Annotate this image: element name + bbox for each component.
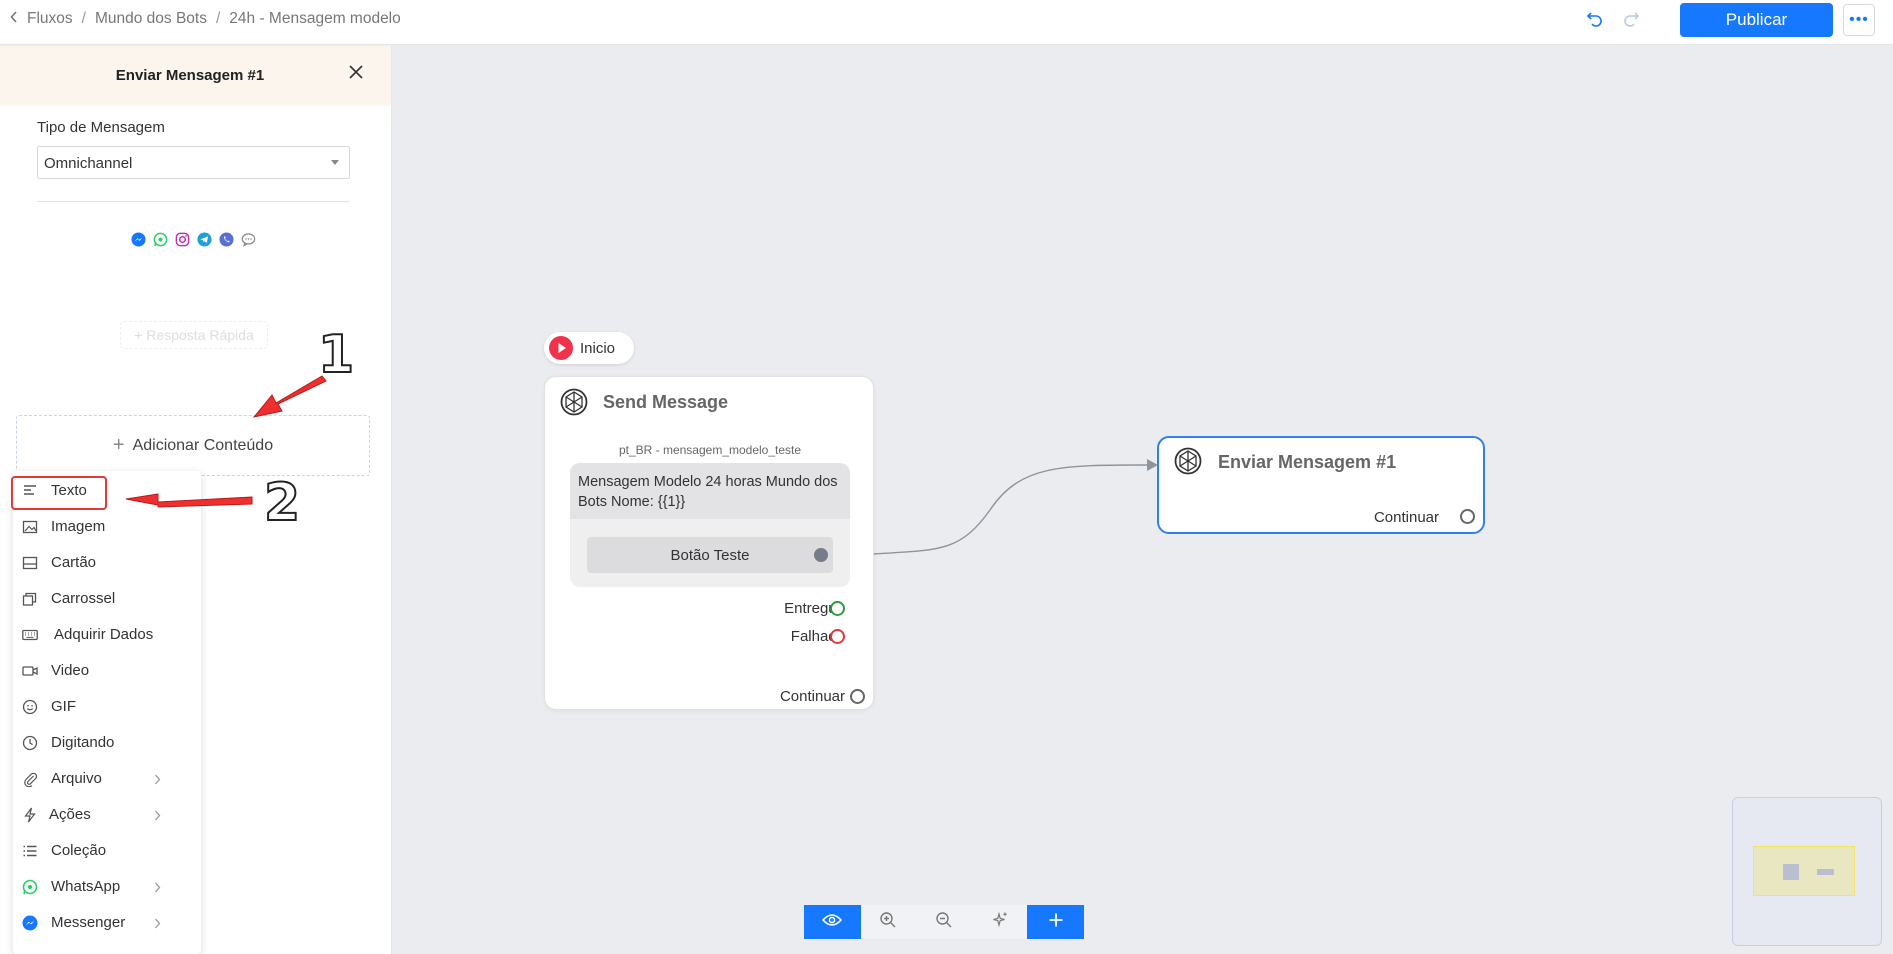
minimap-node	[1783, 864, 1799, 880]
play-icon	[549, 336, 573, 360]
enviar-mensagem-node[interactable]: Enviar Mensagem #1 Continuar	[1157, 436, 1485, 534]
minimap-viewport[interactable]	[1753, 846, 1855, 896]
continue-label: Continuar	[1373, 509, 1439, 526]
flow-edge	[872, 459, 1158, 555]
eye-icon	[822, 913, 843, 932]
plus-icon	[1048, 912, 1064, 933]
node-title: Enviar Mensagem #1	[1218, 452, 1397, 472]
button-output-handle[interactable]	[814, 548, 828, 562]
canvas-toolbar	[804, 905, 1085, 939]
auto-layout-button[interactable]	[971, 905, 1028, 939]
failed-label: Falhado	[790, 628, 845, 645]
message-text: Mensagem Modelo 24 horas Mundo dos Bots …	[578, 474, 838, 510]
sparkle-icon	[991, 911, 1009, 934]
send-message-node[interactable]: Send Message pt_BR - mensagem_modelo_tes…	[544, 376, 874, 710]
failed-output-handle[interactable]	[830, 629, 845, 644]
add-node-button[interactable]	[1027, 905, 1085, 939]
template-button-label: Botão Teste	[670, 546, 750, 564]
delivered-label: Entregue	[784, 600, 845, 617]
bot-icon	[1174, 447, 1202, 480]
bot-icon	[560, 388, 588, 421]
template-name: pt_BR - mensagem_modelo_teste	[618, 443, 802, 457]
start-node[interactable]: Inicio	[544, 332, 634, 364]
message-preview: Mensagem Modelo 24 horas Mundo dos Bots …	[570, 463, 850, 587]
zoom-in-button[interactable]	[860, 905, 917, 939]
preview-button[interactable]	[804, 905, 861, 939]
continue-output-handle[interactable]	[850, 689, 865, 704]
zoom-in-icon	[879, 911, 897, 934]
continue-output-handle[interactable]	[1460, 509, 1475, 524]
continue-label: Continuar	[779, 688, 845, 705]
zoom-out-button[interactable]	[916, 905, 972, 939]
message-text-area: Mensagem Modelo 24 horas Mundo dos Bots …	[570, 463, 850, 519]
start-label: Inicio	[580, 340, 616, 357]
node-title: Send Message	[603, 392, 729, 412]
delivered-output-handle[interactable]	[830, 601, 845, 616]
minimap-node	[1817, 869, 1834, 875]
minimap[interactable]	[1732, 797, 1882, 946]
zoom-out-icon	[935, 911, 953, 934]
template-button[interactable]: Botão Teste	[587, 537, 833, 573]
